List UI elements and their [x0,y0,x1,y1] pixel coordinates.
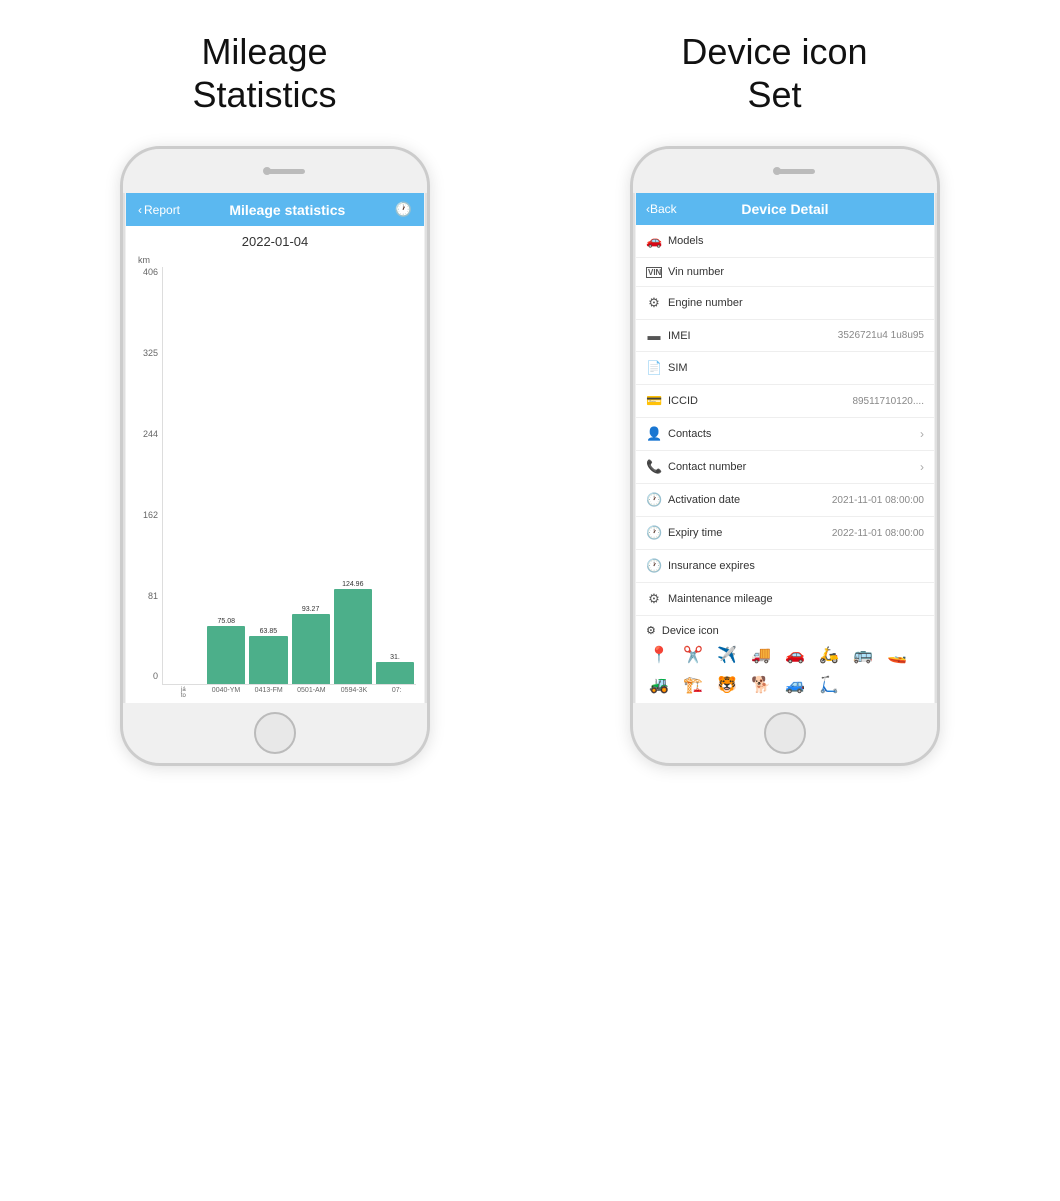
mileage-title-line1: Mileage [201,31,327,72]
detail-row-iccid: 💳 ICCID 89511710120.... [636,385,934,418]
bar-1 [207,626,245,684]
icon-bicycle[interactable]: 🛴 [816,675,842,695]
maintenance-icon: ⚙ [646,591,662,607]
nav-back-label-mileage: Report [144,203,180,217]
device-icons-grid: 📍 ✂️ ✈️ 🚚 🚗 🛵 🚌 🚤 🚜 🏗️ 🐯 🐕 🚙 🛴 [646,645,924,695]
chart-date: 2022-01-04 [134,234,416,249]
nav-bar-device-detail: ‹ Back Device Detail [636,193,934,225]
icon-tiger[interactable]: 🐯 [714,675,740,695]
right-section-title: Device icon Set [681,30,867,116]
sim-icon: 📄 [646,360,662,376]
phone-bottom-bar-left [123,703,427,763]
icon-tractor[interactable]: 🚜 [646,675,672,695]
phone-bottom-bar-right [633,703,937,763]
detail-row-contacts[interactable]: 👤 Contacts › [636,418,934,451]
home-button-left[interactable] [254,712,296,754]
detail-row-sim: 📄 SIM [636,352,934,385]
phone-icon: 📞 [646,459,662,475]
icon-dog[interactable]: 🐕 [748,675,774,695]
icon-car[interactable]: 🚗 [782,645,808,665]
detail-row-imei: ▬ IMEI 3526721u4 1u8u95 [636,320,934,352]
detail-row-maintenance: ⚙ Maintenance mileage [636,583,934,616]
bar-group-4: 124.96 [334,581,372,684]
engine-icon: ⚙ [646,295,662,311]
chevron-contact-number: › [920,460,924,474]
bar-5 [376,662,414,684]
nav-title-device-detail: Device Detail [741,201,828,217]
detail-row-activation: 🕐 Activation date 2021-11-01 08:00:00 [636,484,934,517]
nav-bar-mileage: ‹ Report Mileage statistics 🕐 [126,193,424,226]
bar-3 [292,614,330,684]
bar-group-0 [165,683,203,684]
phone-device-detail: ‹ Back Device Detail 🚗 Models VIN Vin nu… [630,146,940,766]
clock-icon-nav[interactable]: 🕐 [395,201,412,218]
chart-container: 406 325 244 162 81 0 [134,267,416,699]
phone-top-bar-left [123,149,427,193]
iccid-icon: 💳 [646,393,662,409]
bar-group-1: 75.08 [207,618,245,684]
y-axis-label: km [134,255,416,265]
chevron-contacts: › [920,427,924,441]
bar-group-5: 31. [376,654,414,684]
device-detail-list: 🚗 Models VIN Vin number ⚙ Engine number … [636,225,934,703]
chart-y-axis: 406 325 244 162 81 0 [134,267,162,699]
icon-crane[interactable]: 🏗️ [680,675,706,695]
detail-row-engine: ⚙ Engine number [636,287,934,320]
phone-mileage: ‹ Report Mileage statistics 🕐 2022-01-04… [120,146,430,766]
device-icon-label-icon: ⚙ [646,624,656,637]
clock-icon-expiry: 🕐 [646,525,662,541]
mileage-title-line2: Statistics [192,74,336,115]
nav-back-device-detail[interactable]: ‹ Back [646,202,677,216]
speaker-right [775,169,815,174]
bar-group-3: 93.27 [292,606,330,684]
icon-plane[interactable]: ✈️ [714,645,740,665]
phone-top-bar-right [633,149,937,193]
clock-icon-insurance: 🕐 [646,558,662,574]
nav-back-label-device: Back [650,202,677,216]
imei-icon: ▬ [646,328,662,343]
home-button-right[interactable] [764,712,806,754]
device-icons-label: ⚙ Device icon [646,624,924,637]
car-icon: 🚗 [646,233,662,249]
bar-2 [249,636,287,684]
left-section-title: Mileage Statistics [192,30,336,116]
screen-device-detail: ‹ Back Device Detail 🚗 Models VIN Vin nu… [636,193,934,703]
icon-scooter[interactable]: 🛵 [816,645,842,665]
nav-back-mileage[interactable]: ‹ Report [138,203,180,217]
icon-suv[interactable]: 🚙 [782,675,808,695]
chart-inner: 75.08 63.85 93.27 [162,267,416,699]
bar-4 [334,589,372,684]
back-chevron-icon: ‹ [138,203,142,217]
detail-row-expiry: 🕐 Expiry time 2022-11-01 08:00:00 [636,517,934,550]
icon-location[interactable]: 📍 [646,645,672,665]
device-icons-section: ⚙ Device icon 📍 ✂️ ✈️ 🚚 🚗 🛵 🚌 🚤 🚜 🏗️ [636,616,934,703]
chart-bars: 75.08 63.85 93.27 [162,267,416,685]
contacts-icon: 👤 [646,426,662,442]
speaker-left [265,169,305,174]
icon-boat[interactable]: 🚤 [884,645,910,665]
chart-area: 2022-01-04 km 406 325 244 162 81 0 [126,226,424,703]
screen-mileage: ‹ Report Mileage statistics 🕐 2022-01-04… [126,193,424,703]
detail-row-contact-number[interactable]: 📞 Contact number › [636,451,934,484]
vin-icon: VIN [646,267,662,278]
device-icon-title-line2: Set [747,74,801,115]
clock-icon-activation: 🕐 [646,492,662,508]
detail-row-models: 🚗 Models [636,225,934,258]
bar-group-2: 63.85 [249,628,287,684]
chart-x-labels: játo 0040-YM 0413-FM 0501-AM 0594-3K 07: [162,685,416,699]
icon-bus[interactable]: 🚌 [850,645,876,665]
nav-title-mileage: Mileage statistics [229,202,345,218]
icon-truck[interactable]: 🚚 [748,645,774,665]
icon-scissors[interactable]: ✂️ [680,645,706,665]
detail-row-insurance: 🕐 Insurance expires [636,550,934,583]
device-icon-title-line1: Device icon [681,31,867,72]
detail-row-vin: VIN Vin number [636,258,934,287]
